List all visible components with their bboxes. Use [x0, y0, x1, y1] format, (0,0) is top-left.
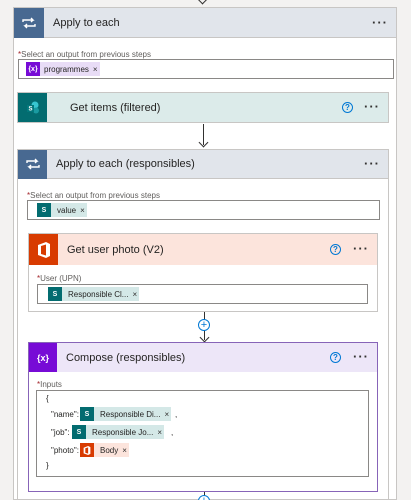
loop-icon	[14, 7, 44, 38]
compose-card: {x} Compose (responsibles) ? ··· *Inputs…	[28, 342, 378, 492]
json-close: }	[46, 461, 49, 470]
apply-to-each-responsibles-card: Apply to each (responsibles) ··· *Select…	[17, 149, 389, 500]
responsible-token-label: Responsible Cl...	[68, 289, 129, 299]
svg-text:S: S	[28, 106, 32, 112]
plus-icon[interactable]: +	[198, 495, 210, 500]
name-token[interactable]: S Responsible Di... ×	[80, 407, 172, 421]
more-icon[interactable]: ···	[353, 242, 369, 255]
sharepoint-icon: S	[80, 407, 94, 421]
sharepoint-icon: S	[37, 203, 51, 217]
programmes-token[interactable]: {x} programmes ×	[26, 62, 100, 76]
job-token-label: Responsible Jo...	[92, 427, 154, 437]
apply-to-each-responsibles-title: Apply to each (responsibles)	[56, 158, 195, 170]
get-user-photo-card: Get user photo (V2) ? ··· *User (UPN) S …	[28, 233, 378, 312]
compose-header[interactable]: {x} Compose (responsibles) ? ···	[29, 343, 377, 372]
variable-icon: {x}	[29, 343, 57, 372]
sharepoint-icon: S	[18, 93, 47, 122]
user-upn-label: *User (UPN)	[37, 274, 82, 283]
apply-to-each-responsibles-header[interactable]: Apply to each (responsibles) ···	[18, 149, 388, 179]
compose-title: Compose (responsibles)	[66, 351, 186, 364]
select-output-label: *Select an output from previous steps	[18, 50, 151, 59]
value-token[interactable]: S value ×	[37, 203, 87, 217]
photo-token-label: Body	[100, 445, 119, 455]
job-token[interactable]: S Responsible Jo... ×	[72, 425, 165, 439]
help-icon[interactable]: ?	[330, 352, 341, 363]
name-token-label: Responsible Di...	[100, 409, 161, 419]
responsible-token[interactable]: S Responsible Cl... ×	[48, 287, 140, 301]
programmes-token-label: programmes	[44, 64, 89, 74]
get-user-photo-title: Get user photo (V2)	[67, 243, 164, 256]
plus-icon[interactable]: +	[198, 319, 210, 331]
help-icon[interactable]: ?	[342, 102, 353, 113]
close-icon[interactable]: ×	[93, 65, 100, 74]
close-icon[interactable]: ×	[157, 428, 164, 437]
sharepoint-icon: S	[72, 425, 86, 439]
comma: ,	[175, 410, 178, 419]
photo-key: "photo":	[51, 446, 79, 455]
more-icon[interactable]: ···	[353, 350, 369, 363]
apply-to-each-header[interactable]: Apply to each ···	[14, 7, 396, 38]
office-icon	[80, 443, 94, 457]
help-icon[interactable]: ?	[330, 244, 341, 255]
close-icon[interactable]: ×	[132, 290, 139, 299]
close-icon[interactable]: ×	[80, 206, 87, 215]
variable-icon: {x}	[26, 62, 40, 76]
name-key: "name":	[51, 410, 79, 419]
flow-designer-canvas: Apply to each ··· *Select an output from…	[0, 0, 411, 500]
get-items-title: Get items (filtered)	[70, 101, 161, 114]
more-icon[interactable]: ···	[364, 100, 380, 113]
comma: ,	[171, 428, 174, 437]
more-icon[interactable]: ···	[364, 157, 380, 170]
close-icon[interactable]: ×	[164, 410, 171, 419]
json-open: {	[46, 394, 49, 403]
loop-icon	[18, 149, 47, 179]
photo-token[interactable]: Body ×	[80, 443, 129, 457]
job-key: "job":	[51, 428, 70, 437]
value-token-label: value	[57, 205, 77, 215]
apply-to-each-title: Apply to each	[53, 16, 120, 29]
down-arrow-icon	[199, 332, 209, 343]
get-items-card[interactable]: S Get items (filtered) ? ···	[17, 92, 389, 123]
select-output-label: *Select an output from previous steps	[27, 191, 160, 200]
close-icon[interactable]: ×	[122, 446, 129, 455]
inputs-label: *Inputs	[37, 380, 62, 389]
sharepoint-icon: S	[48, 287, 62, 301]
more-icon[interactable]: ···	[372, 16, 388, 29]
get-user-photo-header[interactable]: Get user photo (V2) ? ···	[29, 234, 377, 265]
office-icon	[29, 234, 58, 265]
down-arrow-icon	[197, 0, 208, 5]
